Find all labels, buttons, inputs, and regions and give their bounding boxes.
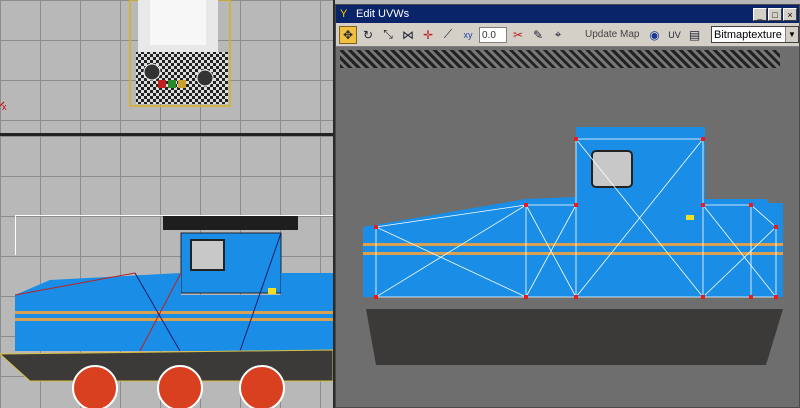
xy-icon[interactable]: xy: [459, 26, 477, 44]
texture-select[interactable]: Bitmaptexture ▼: [711, 26, 799, 43]
front-view-model: [0, 215, 333, 408]
properties-icon[interactable]: ▤: [685, 26, 703, 44]
scale-icon[interactable]: ⤡: [379, 26, 397, 44]
chevron-down-icon: ▼: [785, 27, 798, 42]
window-titlebar[interactable]: Y Edit UVWs _ □ ×: [336, 5, 799, 23]
offset-spinner[interactable]: 0.0: [479, 26, 507, 43]
svg-text:x: x: [2, 102, 7, 112]
window-title: Edit UVWs: [356, 8, 410, 20]
viewport-front[interactable]: [0, 136, 333, 408]
minimize-button[interactable]: _: [753, 7, 767, 21]
pan-icon[interactable]: ⟋: [439, 26, 457, 44]
uv-button[interactable]: UV: [665, 26, 683, 44]
rotate-icon[interactable]: ↻: [359, 26, 377, 44]
uvw-app-icon: Y: [340, 8, 348, 20]
move-icon[interactable]: ✥: [339, 25, 357, 44]
show-map-icon[interactable]: ◉: [645, 26, 663, 44]
uvw-toolbar: ✥ ↻ ⤡ ⋈ ✛ ⟋ xy 0.0 ✂ ✎ ⌖ Update Map ◉ UV…: [336, 23, 799, 47]
edit-uvws-window[interactable]: Y Edit UVWs _ □ × ✥ ↻ ⤡ ⋈ ✛ ⟋ xy 0.0 ✂ ✎…: [335, 4, 800, 408]
paint-icon[interactable]: ✎: [529, 26, 547, 44]
close-button[interactable]: ×: [783, 7, 797, 21]
uv-texture-layout: [363, 127, 783, 365]
viewport-top[interactable]: x: [0, 0, 333, 133]
freeform-icon[interactable]: ✛: [419, 26, 437, 44]
uv-editor-canvas[interactable]: [336, 47, 799, 407]
mirror-icon[interactable]: ⋈: [399, 26, 417, 44]
lock-icon[interactable]: ✂: [509, 26, 527, 44]
top-view-model: x: [0, 0, 231, 112]
texture-select-value: Bitmaptexture: [714, 29, 782, 41]
select-icon[interactable]: ⌖: [549, 26, 567, 44]
update-map-button[interactable]: Update Map: [585, 29, 639, 40]
maximize-button[interactable]: □: [768, 7, 782, 21]
